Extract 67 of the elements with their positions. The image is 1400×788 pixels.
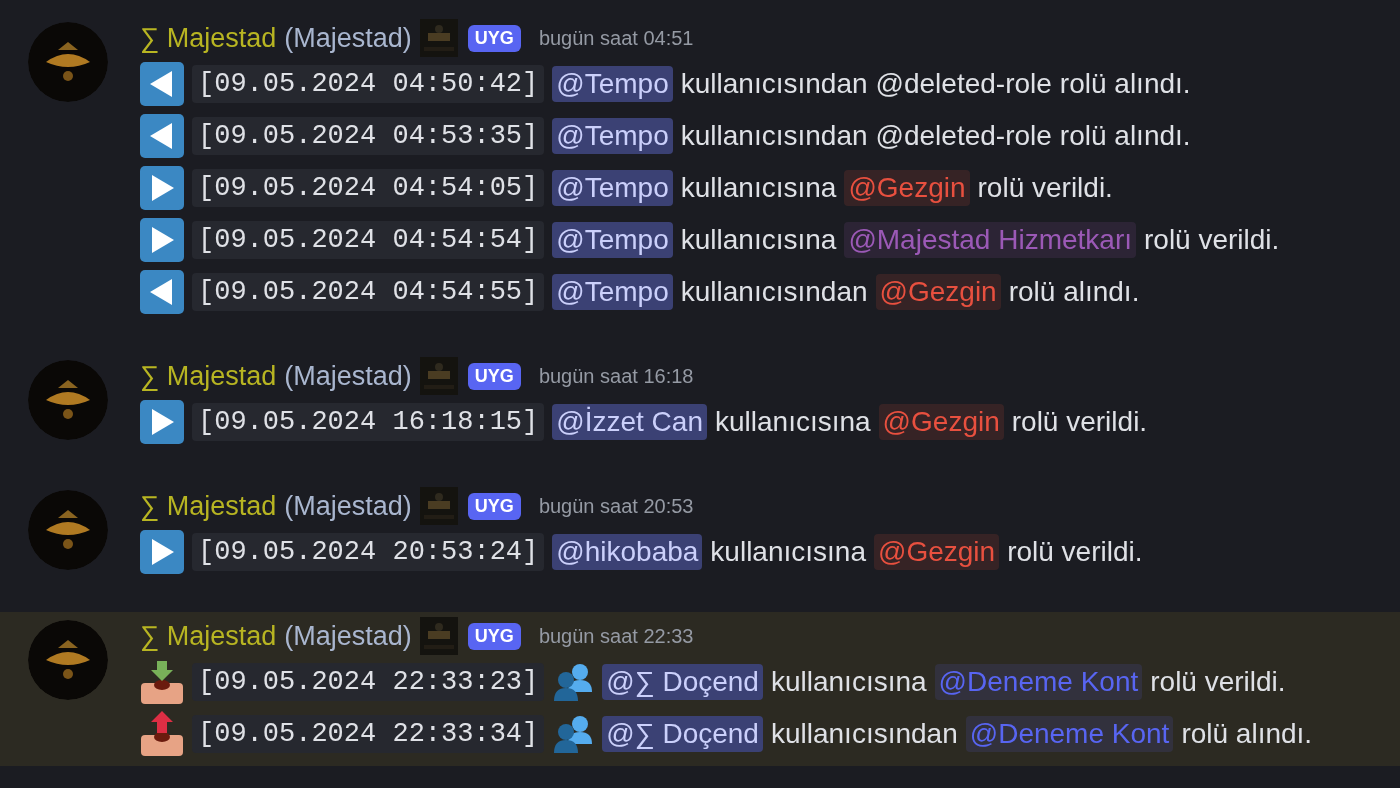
user-mention[interactable]: @∑ Doçend xyxy=(602,664,763,700)
author-name[interactable]: ∑ Majestad xyxy=(140,620,277,652)
role-mention[interactable]: @Gezgin xyxy=(874,534,1000,570)
role-text: @deleted-role xyxy=(875,68,1052,100)
result-text: rolü verildi. xyxy=(1144,224,1280,256)
action-text: kullanıcısına xyxy=(714,406,871,438)
role-mention[interactable]: @Gezgin xyxy=(844,170,970,206)
role-mention[interactable]: @Majestad Hizmetkarı xyxy=(844,222,1136,258)
log-timestamp: [09.05.2024 04:54:05] xyxy=(192,169,545,207)
avatar[interactable] xyxy=(28,360,108,440)
user-mention[interactable]: @∑ Doçend xyxy=(602,716,763,752)
people-icon xyxy=(552,662,595,702)
avatar[interactable] xyxy=(28,22,108,102)
action-text: kullanıcısından xyxy=(680,276,868,308)
user-mention[interactable]: @Tempo xyxy=(552,170,673,206)
user-mention[interactable]: @Tempo xyxy=(552,222,673,258)
author-nickname: (Majestad) xyxy=(284,360,412,392)
user-mention[interactable]: @hikobaba xyxy=(552,534,703,570)
action-text: kullanıcısından xyxy=(770,718,958,750)
result-text: rolü alındı. xyxy=(1059,120,1191,152)
tag-label: UYG xyxy=(467,362,521,390)
avatar[interactable] xyxy=(28,620,108,700)
result-text: rolü alındı. xyxy=(1008,276,1140,308)
log-timestamp: [09.05.2024 22:33:34] xyxy=(192,715,545,753)
result-text: rolü verildi. xyxy=(1011,406,1148,438)
action-text: kullanıcısına xyxy=(770,666,927,698)
author-name[interactable]: ∑ Majestad xyxy=(140,360,277,392)
result-text: rolü verildi. xyxy=(1007,536,1143,568)
log-timestamp: [09.05.2024 04:54:54] xyxy=(192,221,545,259)
inbox-up-arrow-icon xyxy=(140,711,184,757)
result-text: rolü alındı. xyxy=(1059,68,1191,100)
log-timestamp: [09.05.2024 16:18:15] xyxy=(192,403,545,441)
tag-label: UYG xyxy=(467,492,521,520)
user-mention[interactable]: @Tempo xyxy=(552,118,673,154)
result-text: rolü verildi. xyxy=(1150,666,1286,698)
action-text: kullanıcısından xyxy=(680,120,868,152)
tag-label: UYG xyxy=(467,24,521,52)
role-mention[interactable]: @Gezgin xyxy=(878,404,1004,440)
user-mention[interactable]: @İzzet Can xyxy=(552,404,707,440)
tag-label: UYG xyxy=(467,622,521,650)
author-nickname: (Majestad) xyxy=(284,620,412,652)
role-mention[interactable]: @Gezgin xyxy=(875,274,1001,310)
log-timestamp: [09.05.2024 04:53:35] xyxy=(192,117,545,155)
user-mention[interactable]: @Tempo xyxy=(552,66,673,102)
log-timestamp: [09.05.2024 04:50:42] xyxy=(192,65,545,103)
action-text: kullanıcısından xyxy=(680,68,868,100)
timestamp: bugün saat 20:53 xyxy=(538,494,694,518)
author-nickname: (Majestad) xyxy=(284,490,412,522)
timestamp: bugün saat 22:33 xyxy=(538,624,694,648)
action-text: kullanıcısına xyxy=(710,536,866,568)
author-name[interactable]: ∑ Majestad xyxy=(140,22,277,54)
author-nickname: (Majestad) xyxy=(284,22,412,54)
action-text: kullanıcısına xyxy=(680,172,837,204)
result-text: rolü alındı. xyxy=(1181,718,1313,750)
action-text: kullanıcısına xyxy=(680,224,837,256)
author-name[interactable]: ∑ Majestad xyxy=(140,490,277,522)
people-icon xyxy=(552,714,595,754)
result-text: rolü verildi. xyxy=(977,172,1113,204)
user-mention[interactable]: @Tempo xyxy=(552,274,673,310)
log-timestamp: [09.05.2024 20:53:24] xyxy=(192,533,545,571)
log-timestamp: [09.05.2024 04:54:55] xyxy=(192,273,545,311)
timestamp: bugün saat 16:18 xyxy=(538,364,694,388)
timestamp: bugün saat 04:51 xyxy=(538,26,694,50)
log-timestamp: [09.05.2024 22:33:23] xyxy=(192,663,545,701)
avatar[interactable] xyxy=(28,490,108,570)
inbox-down-arrow-icon xyxy=(140,659,184,705)
role-text: @deleted-role xyxy=(875,120,1052,152)
